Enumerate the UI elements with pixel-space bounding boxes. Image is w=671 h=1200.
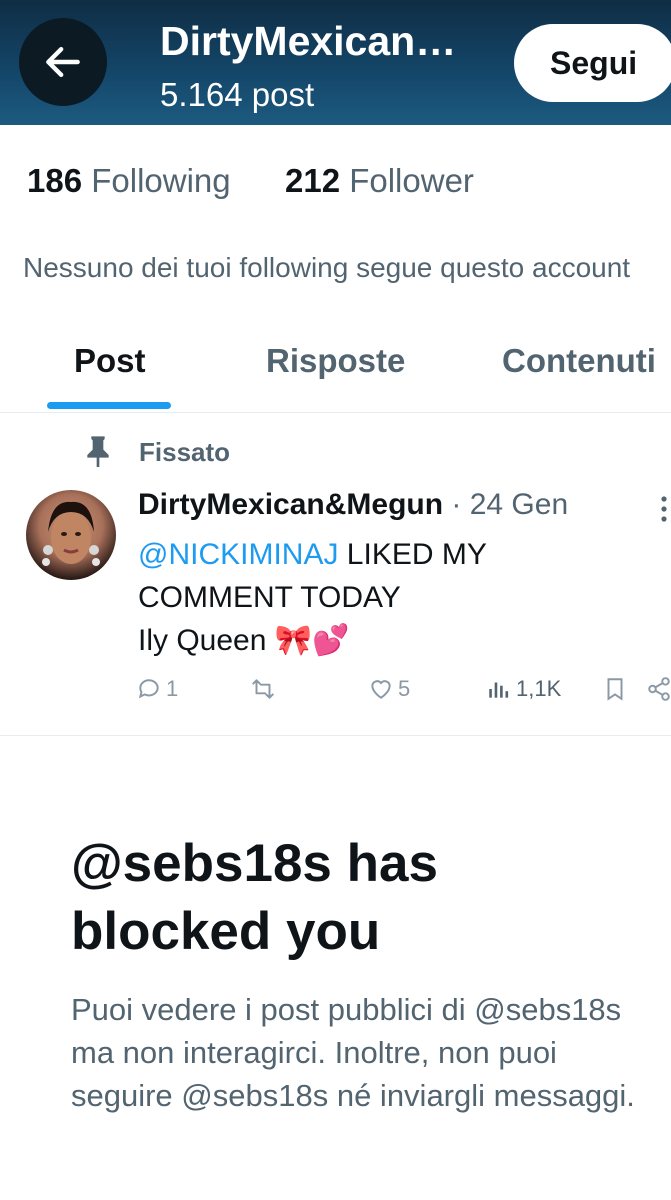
bookmark-icon (607, 678, 623, 701)
retweet-icon (252, 679, 274, 699)
more-options-icon[interactable] (659, 494, 669, 524)
tab-post[interactable]: Post (74, 342, 146, 380)
mutual-followers-text: Nessuno dei tuoi following segue questo … (23, 252, 631, 283)
tweet-actions: 1 5 1,1K (0, 676, 671, 708)
share-icon (648, 677, 670, 701)
tweet-author-name[interactable]: DirtyMexican&Megun (138, 488, 443, 521)
like-button[interactable]: 5 (368, 676, 410, 702)
bookmark-button[interactable] (602, 676, 632, 702)
reply-icon (138, 679, 159, 699)
followers-link[interactable]: 212 Follower (285, 162, 474, 199)
tweet-header: DirtyMexican&Megun · 24 Gen (138, 488, 568, 522)
pin-icon (87, 436, 109, 467)
post-count: 5.164 post (160, 76, 315, 113)
active-tab-indicator (47, 402, 171, 409)
tweet-mention[interactable]: @NICKIMINAJ (138, 538, 338, 571)
pinned-indicator: Fissato (84, 435, 230, 467)
avatar-image (42, 501, 100, 566)
views-icon (489, 682, 509, 698)
section-divider (0, 735, 671, 736)
tweet-text-line3: Ily Queen 🎀💕 (138, 624, 350, 657)
retweet-button[interactable] (250, 676, 280, 702)
share-button[interactable] (646, 676, 671, 702)
like-count: 5 (398, 676, 411, 701)
back-button[interactable] (19, 18, 107, 106)
blocked-title: @sebs18s has blocked you (71, 834, 438, 961)
followers-label: Follower (349, 162, 474, 199)
pinned-label: Fissato (139, 437, 231, 467)
avatar[interactable] (26, 490, 116, 580)
blocked-description: Puoi vedere i post pubblici di @sebs18s … (71, 992, 635, 1113)
following-count: 186 (27, 162, 83, 199)
tab-contenuti[interactable]: Contenuti (502, 342, 656, 380)
reply-button[interactable]: 1 (136, 676, 178, 702)
followers-count: 212 (284, 162, 341, 199)
tweet-text-line1: LIKED MY (338, 538, 487, 571)
follow-stats: 186 Following 212 Follower (27, 162, 474, 200)
tweet-text-line2: COMMENT TODAY (138, 581, 401, 614)
profile-tabs: Post Risposte Contenuti (0, 330, 671, 413)
tab-risposte[interactable]: Risposte (266, 342, 405, 380)
follow-button[interactable]: Segui (514, 24, 671, 102)
arrow-left-icon (46, 46, 80, 78)
tweet-date: · 24 Gen (443, 488, 569, 521)
views-button[interactable]: 1,1K (486, 676, 561, 702)
view-count: 1,1K (516, 676, 562, 701)
reply-count: 1 (166, 676, 179, 701)
profile-name: DirtyMexican… (160, 18, 457, 64)
heart-icon (371, 680, 391, 699)
tweet-text: @NICKIMINAJ LIKED MY COMMENT TODAY Ily Q… (138, 533, 487, 662)
profile-header-bar: DirtyMexican… 5.164 post Segui (0, 0, 671, 125)
following-label: Following (91, 162, 231, 199)
following-link[interactable]: 186 Following (27, 162, 240, 199)
